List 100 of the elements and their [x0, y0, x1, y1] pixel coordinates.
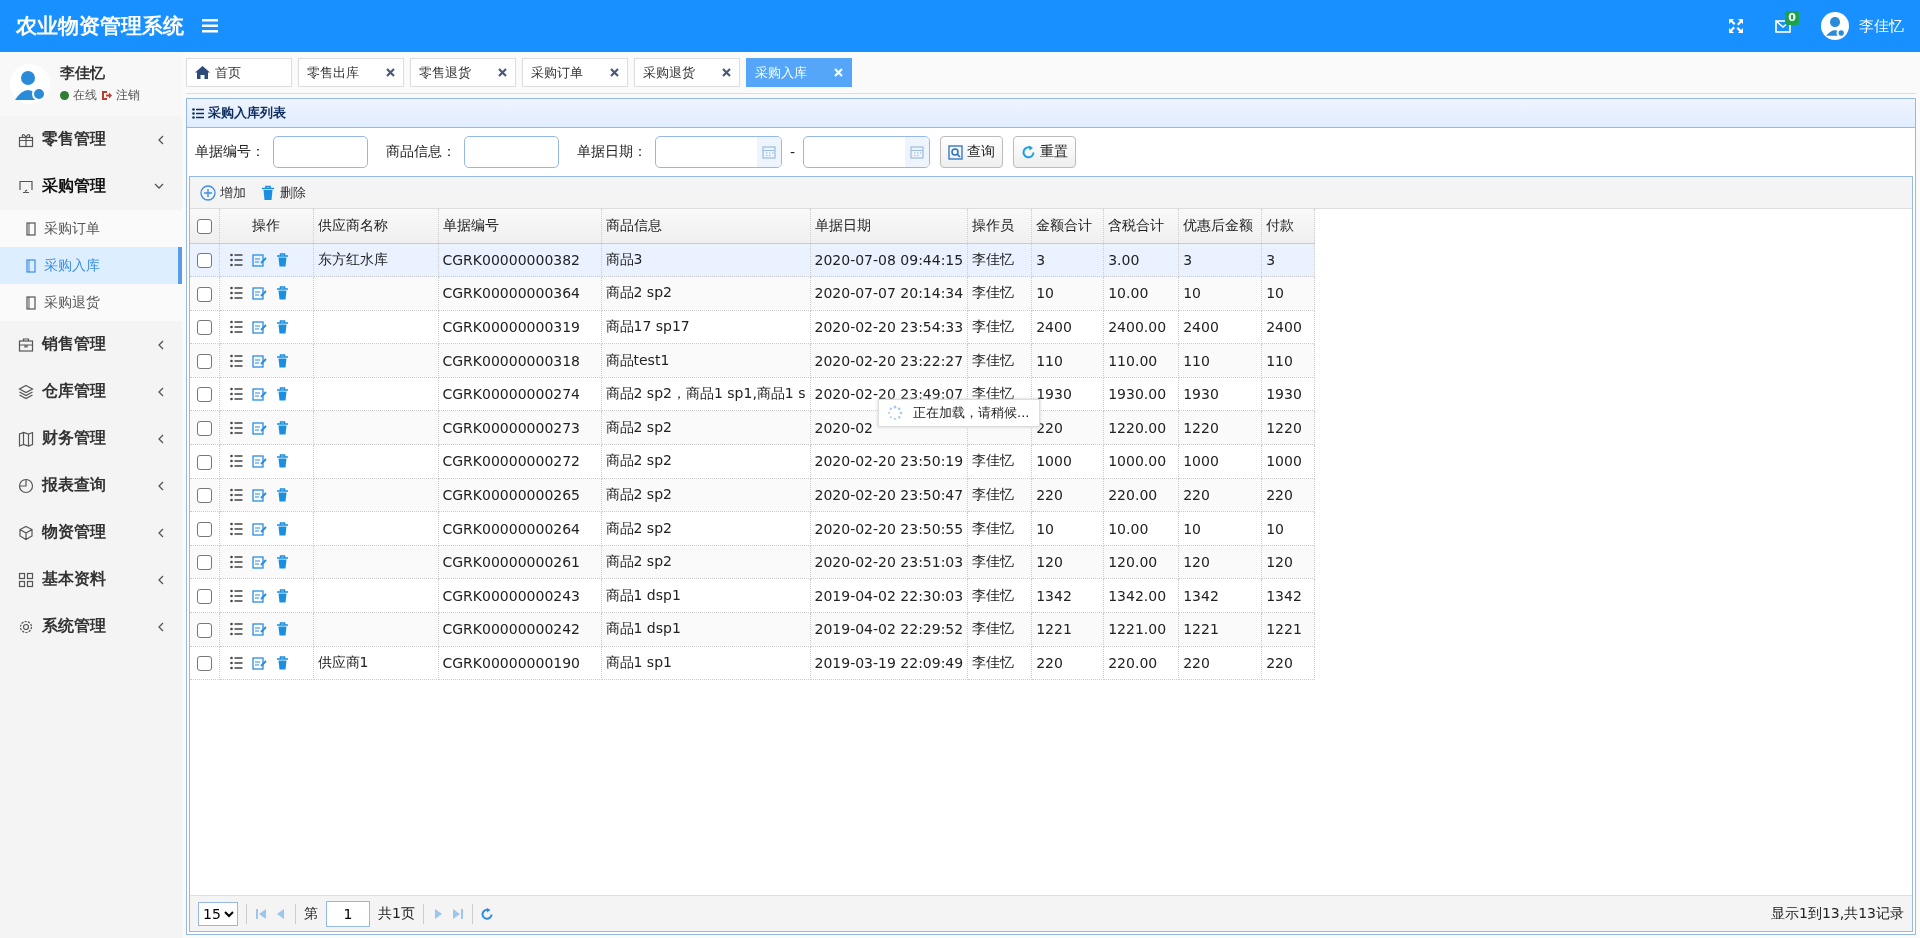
table-cell: 110 [1183, 352, 1210, 369]
toolbar-button[interactable]: 删除 [260, 183, 306, 202]
table-cell: 1342 [1036, 587, 1072, 604]
menu-group[interactable]: 销售管理 [0, 321, 182, 368]
trash-icon[interactable] [275, 286, 289, 301]
tab[interactable]: 首页 [186, 58, 292, 87]
menu-group[interactable]: 零售管理 [0, 116, 182, 163]
trash-icon[interactable] [275, 588, 289, 603]
trash-icon[interactable] [275, 387, 289, 402]
trash-icon[interactable] [275, 252, 289, 267]
range-separator: - [790, 144, 796, 160]
checkbox[interactable] [196, 656, 212, 672]
edit-icon[interactable] [251, 588, 267, 603]
tab[interactable]: 采购退货 [634, 58, 740, 87]
edit-icon[interactable] [251, 655, 267, 670]
page-input[interactable]: 1 [326, 900, 370, 927]
menu-icon[interactable] [202, 19, 218, 33]
pie-chart-icon [18, 477, 34, 494]
trash-icon[interactable] [275, 353, 289, 368]
list-icon[interactable] [229, 487, 243, 502]
tab[interactable]: 零售出库 [298, 58, 404, 87]
table-cell: 商品2 sp2，商品1 sp1,商品1 s [605, 385, 806, 402]
checkbox[interactable] [196, 286, 212, 302]
edit-icon[interactable] [251, 555, 267, 570]
checkbox[interactable] [196, 353, 212, 369]
edit-icon[interactable] [251, 387, 267, 402]
trash-icon[interactable] [275, 420, 289, 435]
logout-link[interactable]: 注销 [116, 87, 140, 104]
table-cell: 商品2 sp2 [605, 284, 672, 301]
menu-group[interactable]: 财务管理 [0, 415, 182, 462]
close-icon[interactable] [610, 68, 619, 77]
field-label: 商品信息： [386, 143, 456, 161]
close-icon[interactable] [498, 68, 507, 77]
submenu-item[interactable]: 采购退货 [0, 284, 182, 321]
edit-icon[interactable] [251, 420, 267, 435]
trash-icon[interactable] [275, 454, 289, 469]
trash-icon[interactable] [275, 521, 289, 536]
page-size-select[interactable]: 15 [198, 901, 238, 926]
list-icon[interactable] [229, 353, 243, 368]
menu-group[interactable]: 系统管理 [0, 603, 182, 650]
list-icon[interactable] [229, 387, 243, 402]
edit-icon[interactable] [251, 622, 267, 637]
toolbar-button[interactable]: 增加 [200, 183, 246, 202]
edit-icon[interactable] [251, 487, 267, 502]
checkbox[interactable] [196, 589, 212, 604]
table-cell: 110 [1036, 352, 1063, 369]
edit-icon[interactable] [251, 353, 267, 368]
list-icon[interactable] [229, 286, 243, 301]
edit-icon[interactable] [251, 286, 267, 301]
menu-group[interactable]: 物资管理 [0, 509, 182, 556]
search-button[interactable]: 查询 [940, 136, 1004, 168]
submenu-item[interactable]: 采购订单 [0, 210, 182, 247]
table-cell: 李佳忆 [972, 385, 1015, 402]
list-icon[interactable] [229, 622, 243, 637]
edit-icon[interactable] [251, 252, 267, 267]
checkbox[interactable] [196, 421, 212, 436]
trash-icon[interactable] [275, 655, 289, 670]
tab[interactable]: 采购订单 [522, 58, 628, 87]
status-dot [60, 91, 69, 100]
search-button[interactable]: 重置 [1013, 136, 1077, 168]
table-cell: 1220.00 [1108, 419, 1167, 436]
fullscreen-icon[interactable] [1729, 19, 1743, 33]
edit-icon[interactable] [251, 320, 267, 334]
input-field[interactable] [464, 136, 559, 168]
list-icon[interactable] [229, 521, 243, 536]
list-icon[interactable] [229, 252, 243, 267]
menu-group[interactable]: 基本资料 [0, 556, 182, 603]
input-field[interactable] [273, 136, 368, 168]
edit-icon[interactable] [251, 454, 267, 469]
checkbox[interactable] [196, 454, 212, 470]
table-cell: 李佳忆 [972, 485, 1015, 502]
checkbox[interactable] [196, 219, 212, 234]
close-icon[interactable] [386, 68, 395, 77]
menu-group[interactable]: 报表查询 [0, 462, 182, 509]
tab[interactable]: 零售退货 [410, 58, 516, 87]
table-cell: 3.00 [1108, 251, 1140, 268]
trash-icon[interactable] [275, 622, 289, 637]
menu-group[interactable]: 仓库管理 [0, 368, 182, 415]
list-icon[interactable] [229, 454, 243, 469]
checkbox[interactable] [196, 521, 212, 537]
trash-icon[interactable] [275, 320, 289, 334]
checkbox[interactable] [196, 488, 212, 504]
checkbox[interactable] [196, 387, 212, 403]
checkbox[interactable] [196, 253, 212, 269]
list-icon[interactable] [229, 420, 243, 435]
edit-icon[interactable] [251, 521, 267, 536]
trash-icon[interactable] [275, 487, 289, 502]
list-icon[interactable] [229, 588, 243, 603]
list-icon[interactable] [229, 320, 243, 334]
checkbox[interactable] [196, 622, 212, 638]
menu-group[interactable]: 采购管理 [0, 163, 182, 210]
checkbox[interactable] [196, 320, 212, 336]
calendar-icon [910, 145, 925, 159]
mail-icon[interactable] [1775, 19, 1791, 33]
list-icon[interactable] [229, 555, 243, 570]
trash-icon[interactable] [275, 555, 289, 570]
list-icon[interactable] [229, 655, 243, 670]
refresh-icon[interactable] [480, 907, 493, 920]
checkbox[interactable] [196, 555, 212, 571]
close-icon[interactable] [722, 68, 731, 77]
